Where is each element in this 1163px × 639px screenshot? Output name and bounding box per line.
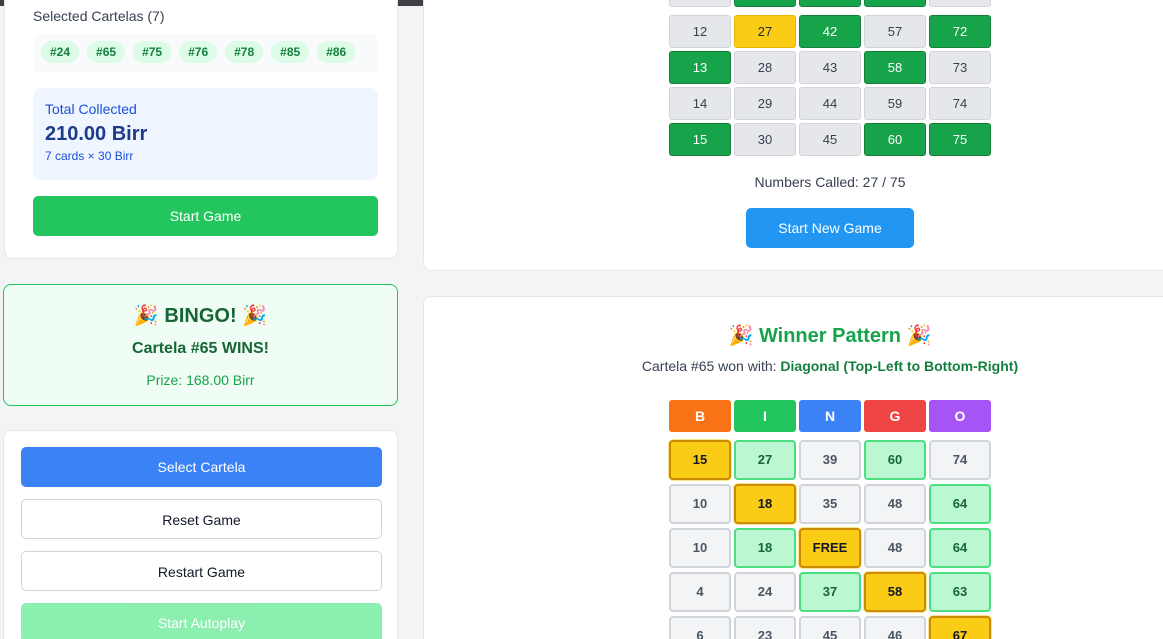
winner-card-cell: 27 [734,440,796,480]
board-number-cell: 14 [669,87,731,120]
winner-card-cell: 48 [864,484,926,524]
bingo-winner-text: Cartela #65 WINS! [132,340,269,357]
winner-card-cell: 63 [929,572,991,612]
board-number-cell: 44 [799,87,861,120]
board-number-cell: 60 [864,123,926,156]
winner-sub-prefix: Cartela #65 won with: [641,358,781,374]
winner-header-g: G [864,400,926,432]
start-new-game-button[interactable]: Start New Game [746,208,914,248]
cartela-chip[interactable]: #78 [225,41,264,63]
board-number-cell: 29 [734,87,796,120]
cartela-chip[interactable]: #75 [133,41,172,63]
board-number-cell-partial [799,0,861,7]
winner-header-n: N [799,400,861,432]
total-collected-breakdown: 7 cards × 30 Birr [45,149,134,163]
winner-pattern-name: Diagonal (Top-Left to Bottom-Right) [780,358,1019,374]
board-number-cell: 12 [669,15,731,48]
restart-game-button[interactable]: Restart Game [21,551,382,591]
winner-card-cell: 74 [929,440,991,480]
board-number-cell: 27 [734,15,796,48]
selected-chips: #24 #65 #75 #76 #78 #85 #86 [33,34,378,72]
winner-card-cell: 67 [929,616,991,639]
total-collected-label: Total Collected [45,101,137,117]
start-game-button[interactable]: Start Game [33,196,378,236]
select-cartela-button[interactable]: Select Cartela [21,447,382,487]
winner-card-cell: 18 [734,528,796,568]
board-number-cell: 15 [669,123,731,156]
cartela-chip[interactable]: #86 [317,41,356,63]
board-number-cell: 58 [864,51,926,84]
winner-card-cell: 46 [864,616,926,639]
numbers-called-count: Numbers Called: 27 / 75 [754,174,906,190]
total-collected-value: 210.00 Birr [45,123,148,145]
board-number-cell: 72 [929,15,991,48]
winner-header-b: B [669,400,731,432]
winner-card-cell: FREE [799,528,861,568]
board-number-cell: 43 [799,51,861,84]
board-number-cell: 13 [669,51,731,84]
winner-card-cell: 10 [669,528,731,568]
winner-card-cell: 35 [799,484,861,524]
winner-card-cell: 6 [669,616,731,639]
winner-card-cell: 4 [669,572,731,612]
board-number-cell-partial [734,0,796,7]
winner-card-cell: 24 [734,572,796,612]
winner-pattern-title: 🎉 Winner Pattern 🎉 [728,325,932,347]
winner-header-o: O [929,400,991,432]
board-number-cell-partial [864,0,926,7]
board-number-cell: 30 [734,123,796,156]
cartela-chip[interactable]: #65 [87,41,126,63]
called-numbers-board: 12 27 42 57 72 13 28 43 58 73 14 29 44 59 74 15 30 45 60 75… [423,0,1163,271]
winner-pattern-subtitle: Cartela #65 won with: Diagonal (Top-Left… [424,358,1163,374]
winner-card-cell: 18 [734,484,796,524]
total-collected-box: Total Collected 210.00 Birr 7 cards × 30… [33,88,378,180]
board-number-cell: 28 [734,51,796,84]
winner-card-cell: 58 [864,572,926,612]
board-number-cell: 75 [929,123,991,156]
cartela-chip[interactable]: #85 [271,41,310,63]
board-number-cell: 59 [864,87,926,120]
winner-pattern-card: 🎉 Winner Pattern 🎉 Cartela #65 won with:… [423,296,1163,639]
board-number-cell: 74 [929,87,991,120]
board-number-cell: 45 [799,123,861,156]
winner-card-cell: 48 [864,528,926,568]
winner-card-cell: 64 [929,528,991,568]
winner-card-cell: 39 [799,440,861,480]
winner-card-cell: 15 [669,440,731,480]
cartela-chip[interactable]: #24 [41,41,80,63]
reset-game-button[interactable]: Reset Game [21,499,382,539]
cartela-chip[interactable]: #76 [179,41,218,63]
selected-cartelas-title: Selected Cartelas (7) [33,8,165,24]
bingo-announcement: 🎉 BINGO! 🎉 Cartela #65 WINS! Prize: 168.… [3,284,398,406]
board-number-cell: 42 [799,15,861,48]
winner-card-cell: 10 [669,484,731,524]
board-number-cell: 73 [929,51,991,84]
selected-cartelas-card: Selected Cartelas (7) #24 #65 #75 #76 #78 #85… [4,0,398,259]
winner-card-cell: 60 [864,440,926,480]
bingo-prize-text: Prize: 168.00 Birr [146,372,255,388]
board-number-cell-partial [669,0,731,7]
winner-card-cell: 64 [929,484,991,524]
winner-header-i: I [734,400,796,432]
winner-card-cell: 37 [799,572,861,612]
board-number-cell-partial [929,0,991,7]
board-number-cell: 57 [864,15,926,48]
start-autoplay-button[interactable]: Start Autoplay [21,603,382,639]
bingo-title: 🎉 BINGO! 🎉 [133,305,268,327]
winner-card-cell: 23 [734,616,796,639]
game-controls-card: Select Cartela Reset Game Restart Game S… [3,430,398,639]
winner-card-cell: 45 [799,616,861,639]
